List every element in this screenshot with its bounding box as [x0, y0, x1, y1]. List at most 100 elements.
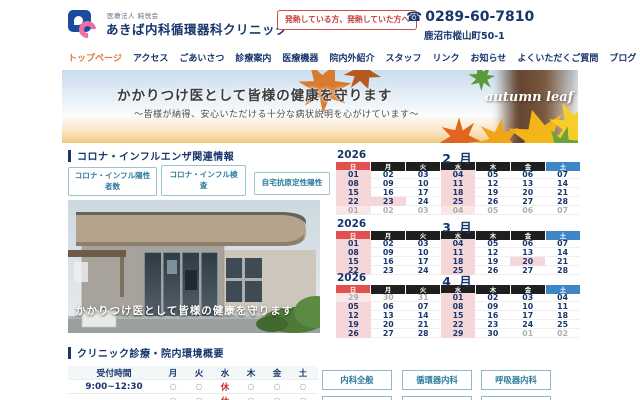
nav-item-2[interactable]: ごあいさつ	[179, 51, 224, 64]
calendar-week-row: 29 30 31 01 02 03 04	[336, 293, 580, 302]
calendar-date-cell: 26	[487, 197, 499, 206]
calendar-date-cell: 06	[522, 206, 534, 215]
department-button-2[interactable]: 呼吸器内科	[481, 370, 551, 390]
calendar-month-1: 2026 3 月日月火水木金土 01 02 03 04 05 06 07 08 09 10 11 12 13…	[336, 218, 580, 275]
corona-info-button-2[interactable]: 自宅抗原定性陽性	[254, 172, 330, 195]
calendar-date-cell: 30	[487, 329, 499, 338]
calendar-date-cell: 12	[487, 248, 499, 257]
calendar-date-cell: 11	[557, 302, 568, 311]
calendar-date-cell: 11	[440, 179, 476, 188]
calendar-date-cell: 09	[487, 302, 499, 311]
corona-info-button-0[interactable]: コロナ・インフル陽性者数	[68, 167, 157, 196]
calendar-date-cell: 08	[440, 302, 476, 311]
phone-value: 0289-60-7810	[425, 9, 535, 25]
department-button-1[interactable]: 循環器内科	[402, 370, 472, 390]
calendar-date-cell: 21	[417, 320, 429, 329]
calendar-week-row: 15 16 17 18 19 20 21	[336, 188, 580, 197]
calendar-date-cell: 02	[382, 239, 394, 248]
section-bar	[68, 149, 71, 162]
calendar-date-cell: 15	[336, 188, 371, 197]
calendar-date-cell: 19	[336, 320, 371, 329]
main-nav: トップページ アクセス ごあいさつ 診療案内 医療機器 院内外紹介 スタッフ リンク お知らせよ…	[68, 51, 636, 64]
calendar-date-cell: 07	[417, 302, 429, 311]
fever-notice-button[interactable]: 発熱している方、発熱していた方へ	[277, 10, 418, 30]
calendar-head: 2026 4 月	[336, 272, 580, 289]
hours-cell: ○	[169, 382, 177, 391]
nav-item-3[interactable]: 診療案内	[235, 51, 271, 64]
calendar-week-row: 05 06 07 08 09 10 11	[336, 302, 580, 311]
calendar-date-cell: 04	[440, 170, 476, 179]
calendar-date-cell: 13	[522, 248, 534, 257]
phone-icon: ☎	[406, 10, 423, 25]
nav-item-4[interactable]: 医療機器	[282, 51, 318, 64]
hours-cell: 休	[220, 382, 230, 393]
nav-item-7[interactable]: リンク	[432, 51, 459, 64]
calendar-date-cell: 14	[557, 248, 568, 257]
calendar-date-cell: 24	[417, 197, 429, 206]
nav-item-5[interactable]: 院内外紹介	[329, 51, 374, 64]
corona-section-title-text: コロナ・インフルエンザ関連情報	[77, 152, 235, 163]
calendar-week-row: 01 02 03 04 05 06 07	[336, 206, 580, 215]
hours-row-0: 9:00~12:30 ○ ○ 休 ○ ○ ○	[68, 380, 318, 394]
nav-item-9[interactable]: よくいただくご質問	[517, 51, 598, 64]
calendar-date-cell: 05	[487, 206, 499, 215]
hours-time: 9:00~12:30	[85, 381, 143, 392]
calendar-date-cell: 26	[336, 329, 371, 338]
calendar-date-cell: 01	[336, 170, 371, 179]
hero-corner-label: autumn leaf	[485, 90, 574, 105]
calendar-date-cell: 03	[417, 170, 429, 179]
calendar-date-cell: 09	[382, 248, 394, 257]
hours-header-cell: 受付時間	[96, 369, 132, 379]
hero-subtitle: ～皆様が納得、安心いただける十分な病状説明を心がけています～	[134, 110, 420, 120]
calendar-date-cell: 10	[417, 248, 429, 257]
nav-item-1[interactable]: アクセス	[133, 51, 169, 64]
nav-item-6[interactable]: スタッフ	[385, 51, 421, 64]
calendar-date-cell: 17	[417, 257, 429, 266]
calendar-date-cell: 06	[382, 302, 394, 311]
calendar-month-label: 4 月	[442, 274, 474, 289]
calendar-date-cell: 19	[487, 188, 499, 197]
calendar-date-cell: 06	[522, 170, 534, 179]
nav-item-10[interactable]: ブログ	[609, 51, 636, 64]
calendar-date-cell: 16	[382, 257, 394, 266]
section-bar	[68, 346, 71, 359]
calendar-date-cell: 17	[417, 188, 429, 197]
corona-info-button-1[interactable]: コロナ・インフル検査	[161, 165, 246, 196]
calendar-date-cell: 11	[440, 248, 476, 257]
calendar-date-cell: 16	[382, 188, 394, 197]
nav-item-0[interactable]: トップページ	[68, 51, 122, 64]
page: 医療法人 純悦会 あきば内科循環器科クリニック 発熱している方、発熱していた方へ…	[0, 0, 640, 400]
calendar-date-cell: 16	[487, 311, 499, 320]
calendar-date-cell: 31	[417, 293, 429, 302]
calendar-head: 2026 2 月	[336, 149, 580, 166]
clinic-logo-icon[interactable]	[68, 8, 104, 42]
hours-header-cell: 月	[168, 368, 178, 379]
hours-cell: ○	[195, 382, 203, 391]
calendar-date-cell: 21	[557, 257, 568, 266]
hours-cell: ○	[160, 396, 186, 400]
calendar-week-row: 26 27 28 29 30 01 02	[336, 329, 580, 338]
nav-item-8[interactable]: お知らせ	[470, 51, 506, 64]
calendar-date-cell: 01	[440, 293, 476, 302]
calendar-date-cell: 22	[440, 320, 476, 329]
clinic-photo-slideshow[interactable]: かかりつけ医として皆様の健康を守ります	[68, 200, 320, 333]
calendar-week-row: 08 09 10 11 12 13 14	[336, 179, 580, 188]
calendar-date-cell: 19	[487, 257, 499, 266]
reception-hours-table: 受付時間月火水木金土9:00~12:30○○休○○○○○休○○○	[68, 366, 318, 400]
department-button-row2-0[interactable]	[322, 396, 392, 400]
calendar-date-cell: 13	[382, 311, 394, 320]
hours-cell: ○	[247, 382, 255, 391]
hours-cell: ○	[238, 396, 264, 400]
calendar-week-row: 15 16 17 18 19 20 21	[336, 257, 580, 266]
phone-number: ☎ 0289-60-7810	[406, 9, 534, 25]
department-buttons: 内科全般 循環器内科 呼吸器内科	[322, 368, 580, 400]
department-button-row2-2[interactable]	[481, 396, 551, 400]
calendar-date-cell: 29	[440, 329, 476, 338]
calendar-date-cell: 28	[557, 197, 568, 206]
calendar-date-cell: 22	[336, 197, 371, 206]
calendar-date-cell: 02	[382, 170, 394, 179]
department-button-0[interactable]: 内科全般	[322, 370, 392, 390]
corona-section-title: コロナ・インフルエンザ関連情報	[68, 148, 234, 163]
department-button-row2-1[interactable]	[402, 396, 472, 400]
calendar-date-cell: 25	[440, 197, 476, 206]
